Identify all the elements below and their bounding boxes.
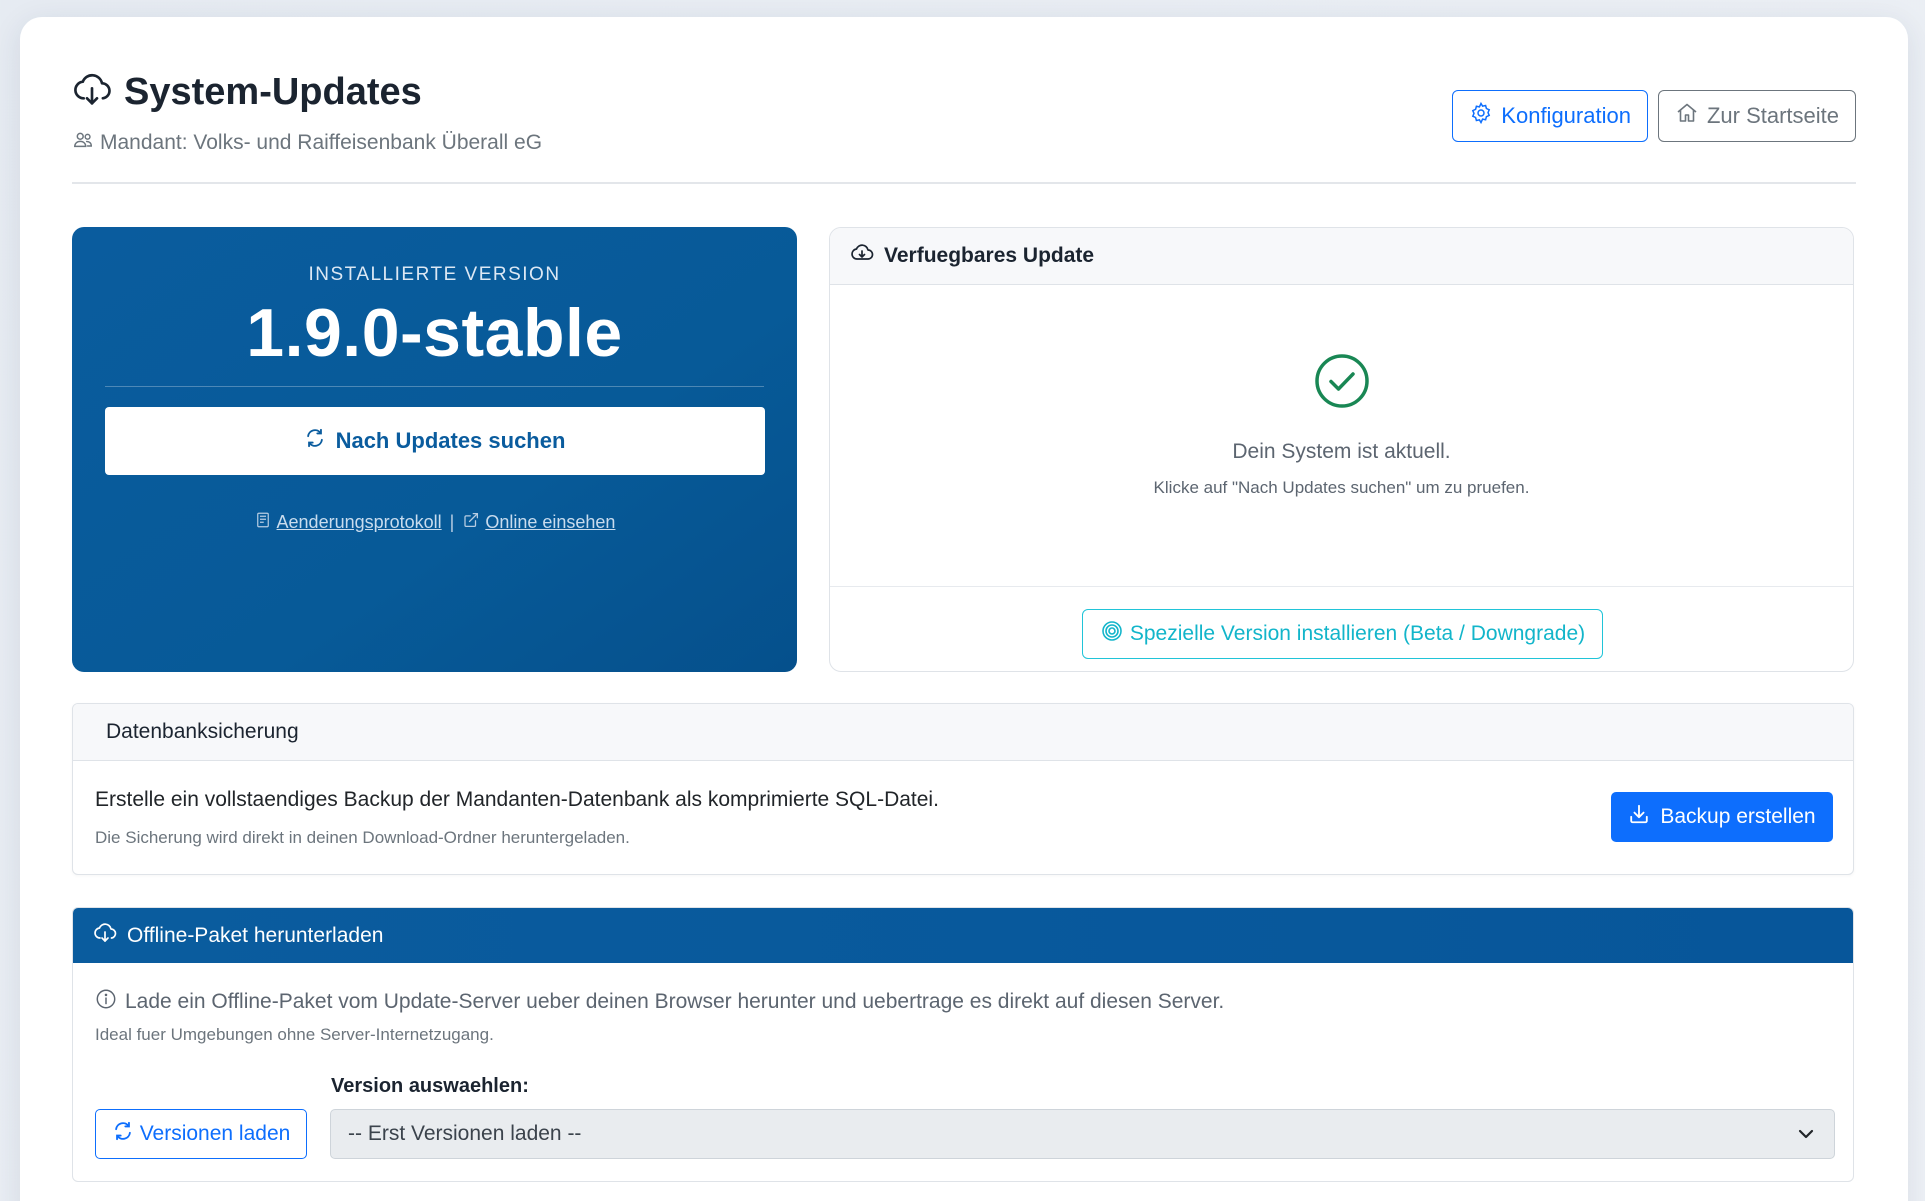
create-backup-label: Backup erstellen — [1660, 805, 1816, 828]
installed-version-card: INSTALLIERTE VERSION 1.9.0-stable Nach U… — [72, 227, 797, 672]
version-links: Aenderungsprotokoll | Online einsehen — [72, 511, 797, 534]
people-icon — [72, 129, 94, 157]
gear-icon — [1469, 101, 1493, 131]
check-circle-icon — [1314, 354, 1369, 408]
config-button[interactable]: Konfiguration — [1452, 90, 1648, 142]
available-update-title: Verfuegbares Update — [884, 244, 1095, 267]
link-separator: | — [449, 512, 455, 532]
target-icon — [1100, 619, 1124, 649]
installed-version-label: INSTALLIERTE VERSION — [308, 264, 561, 285]
version-select-label: Version auswaehlen: — [331, 1075, 529, 1097]
load-versions-button[interactable]: Versionen laden — [95, 1109, 307, 1159]
version-select-value: -- Erst Versionen laden -- — [348, 1122, 582, 1145]
update-hint-text: Klicke auf "Nach Updates suchen" um zu p… — [1153, 478, 1530, 497]
changelog-label: Aenderungsprotokoll — [276, 512, 442, 532]
check-updates-button[interactable]: Nach Updates suchen — [104, 407, 765, 475]
changelog-link[interactable]: Aenderungsprotokoll — [254, 511, 442, 534]
online-link[interactable]: Online einsehen — [462, 511, 615, 534]
load-versions-label: Versionen laden — [139, 1122, 291, 1145]
house-icon — [1675, 101, 1699, 131]
database-backup-header: Datenbanksicherung — [73, 704, 1853, 761]
available-update-card: Verfuegbares Update Dein System ist aktu… — [829, 227, 1854, 672]
database-backup-card: Datenbanksicherung Erstelle ein vollstae… — [72, 703, 1854, 875]
header-actions: Konfiguration Zur Startseite — [1452, 90, 1856, 142]
refresh-icon — [304, 427, 326, 455]
download-icon — [1628, 803, 1650, 831]
home-label: Zur Startseite — [1706, 103, 1839, 128]
available-update-body: Dein System ist aktuell. Klicke auf "Nac… — [830, 285, 1853, 587]
offline-subtext: Ideal fuer Umgebungen ohne Server-Intern… — [95, 1025, 494, 1044]
create-backup-button[interactable]: Backup erstellen — [1611, 792, 1833, 842]
page-title: System-Updates — [124, 71, 422, 113]
version-select[interactable]: -- Erst Versionen laden -- — [330, 1109, 1835, 1159]
offline-info-line: Lade ein Offline-Paket vom Update-Server… — [95, 988, 1224, 1016]
install-special-version-button[interactable]: Spezielle Version installieren (Beta / D… — [1082, 609, 1603, 659]
backup-subtext: Die Sicherung wird direkt in deinen Down… — [95, 828, 630, 847]
installed-version-value: 1.9.0-stable — [246, 295, 623, 371]
offline-package-card: Offline-Paket herunterladen Lade ein Off… — [72, 907, 1854, 1182]
cloud-icon — [850, 241, 874, 271]
page-header: System-Updates Mandant: Volks- und Raiff… — [72, 70, 1856, 184]
available-update-header: Verfuegbares Update — [830, 228, 1853, 285]
cloud-download-icon — [93, 921, 117, 951]
info-icon — [95, 988, 117, 1016]
external-link-icon — [462, 511, 480, 534]
update-status-text: Dein System ist aktuell. — [1232, 440, 1451, 463]
home-button[interactable]: Zur Startseite — [1657, 90, 1856, 142]
offline-info-text: Lade ein Offline-Paket vom Update-Server… — [125, 990, 1225, 1013]
divider — [105, 386, 764, 387]
chevron-down-icon — [1798, 1129, 1814, 1139]
backup-description: Erstelle ein vollstaendiges Backup der M… — [95, 788, 939, 811]
online-label: Online einsehen — [485, 512, 616, 532]
config-label: Konfiguration — [1501, 103, 1631, 128]
offline-package-header: Offline-Paket herunterladen — [73, 908, 1853, 963]
offline-package-title: Offline-Paket herunterladen — [127, 923, 384, 947]
tenant-label: Mandant: Volks- und Raiffeisenbank Übera… — [100, 131, 543, 154]
refresh-icon — [112, 1120, 134, 1148]
cloud-download-icon — [72, 70, 112, 115]
check-updates-label: Nach Updates suchen — [335, 428, 566, 453]
journal-icon — [254, 511, 272, 534]
install-special-label: Spezielle Version installieren (Beta / D… — [1129, 622, 1586, 645]
